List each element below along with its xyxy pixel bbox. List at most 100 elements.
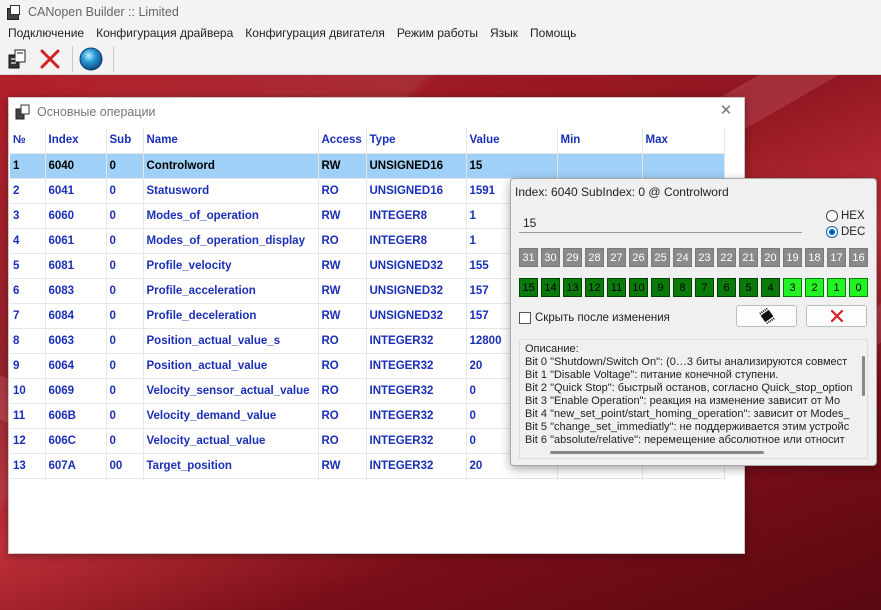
- bit-toggle-7[interactable]: 7: [695, 278, 714, 297]
- bit-toggle-8[interactable]: 8: [673, 278, 692, 297]
- globe-icon: [79, 47, 103, 70]
- menu-language[interactable]: Язык: [484, 23, 524, 43]
- hex-radio[interactable]: HEX: [826, 210, 865, 222]
- bit-toggle-25[interactable]: 25: [651, 248, 670, 267]
- menu-operating-mode[interactable]: Режим работы: [391, 23, 484, 43]
- bit-toggle-19[interactable]: 19: [783, 248, 802, 267]
- column-header[interactable]: Index: [45, 128, 107, 154]
- cell-sub-index: 0: [106, 328, 144, 354]
- empty-cell: [318, 478, 367, 480]
- cell-row-number: 8: [10, 328, 46, 354]
- column-header[interactable]: №: [10, 128, 46, 154]
- globe-button[interactable]: [77, 45, 105, 73]
- window-close-icon[interactable]: ✕: [718, 103, 734, 119]
- vertical-scrollbar[interactable]: [862, 356, 865, 396]
- bit-toggle-30[interactable]: 30: [541, 248, 560, 267]
- cell-type: UNSIGNED32: [366, 253, 467, 279]
- bit-toggle-21[interactable]: 21: [739, 248, 758, 267]
- disconnect-icon: [40, 49, 60, 68]
- bit-toggle-11[interactable]: 11: [607, 278, 626, 297]
- disconnect-button[interactable]: [36, 45, 64, 73]
- column-header[interactable]: Sub: [106, 128, 144, 154]
- dec-radio[interactable]: DEC: [826, 226, 865, 238]
- bit-toggle-14[interactable]: 14: [541, 278, 560, 297]
- cell-access: RO: [318, 378, 367, 404]
- cell-sub-index: 00: [106, 453, 144, 479]
- cell-value[interactable]: 15: [466, 153, 558, 179]
- table-row[interactable]: 1 6040 0 Controlword RW UNSIGNED16 15: [10, 153, 725, 179]
- bit-toggle-15[interactable]: 15: [519, 278, 538, 297]
- cell-sub-index: 0: [106, 203, 144, 229]
- description-line: Bit 3 "Enable Operation": реакция на изм…: [525, 395, 841, 407]
- cell-sub-index: 0: [106, 303, 144, 329]
- bit-toggle-5[interactable]: 5: [739, 278, 758, 297]
- bit-toggle-6[interactable]: 6: [717, 278, 736, 297]
- app-title: CANopen Builder :: Limited: [28, 4, 179, 19]
- connect-button[interactable]: [4, 45, 32, 73]
- table-header: № Index Sub Name Access Type Value Min M…: [10, 128, 725, 154]
- bit-toggle-24[interactable]: 24: [673, 248, 692, 267]
- cell-sub-index: 0: [106, 428, 144, 454]
- menu-motor-config[interactable]: Конфигурация двигателя: [239, 23, 391, 43]
- column-header[interactable]: Max: [642, 128, 725, 154]
- bit-toggle-31[interactable]: 31: [519, 248, 538, 267]
- cell-sub-index: 0: [106, 353, 144, 379]
- hex-radio-dot[interactable]: [826, 210, 838, 222]
- popup-title: Index: 6040 SubIndex: 0 @ Controlword: [515, 185, 729, 199]
- column-header[interactable]: Min: [557, 128, 643, 154]
- empty-cell: [106, 478, 144, 480]
- bit-toggle-27[interactable]: 27: [607, 248, 626, 267]
- column-header[interactable]: Name: [143, 128, 319, 154]
- cell-access: RO: [318, 178, 367, 204]
- bit-toggle-0[interactable]: 0: [849, 278, 868, 297]
- column-header[interactable]: Access: [318, 128, 367, 154]
- column-header[interactable]: Value: [466, 128, 558, 154]
- window-titlebar: Основные операции ✕: [9, 98, 744, 125]
- column-header[interactable]: Type: [366, 128, 467, 154]
- checkbox-box[interactable]: [519, 312, 531, 324]
- description-panel[interactable]: Описание: Bit 0 "Shutdown/Switch On": (0……: [519, 339, 868, 459]
- bit-toggle-10[interactable]: 10: [629, 278, 648, 297]
- cell-name: Profile_acceleration: [143, 278, 319, 304]
- bit-toggle-9[interactable]: 9: [651, 278, 670, 297]
- bit-toggle-1[interactable]: 1: [827, 278, 846, 297]
- menu-driver-config[interactable]: Конфигурация драйвера: [90, 23, 239, 43]
- bit-toggle-3[interactable]: 3: [783, 278, 802, 297]
- empty-cell: [143, 478, 319, 480]
- empty-cell: [557, 478, 643, 480]
- bit-toggle-22[interactable]: 22: [717, 248, 736, 267]
- hide-after-change-checkbox[interactable]: Скрыть после изменения: [519, 312, 670, 324]
- cell-index: 6064: [45, 353, 107, 379]
- cell-name: Position_actual_value_s: [143, 328, 319, 354]
- bit-toggle-16[interactable]: 16: [849, 248, 868, 267]
- cell-name: Profile_deceleration: [143, 303, 319, 329]
- bit-toggle-29[interactable]: 29: [563, 248, 582, 267]
- dec-radio-dot[interactable]: [826, 226, 838, 238]
- cell-name: Statusword: [143, 178, 319, 204]
- menu-help[interactable]: Помощь: [524, 23, 582, 43]
- horizontal-scrollbar[interactable]: [550, 451, 764, 454]
- value-input[interactable]: [519, 213, 802, 233]
- bit-toggle-18[interactable]: 18: [805, 248, 824, 267]
- bit-toggle-4[interactable]: 4: [761, 278, 780, 297]
- cancel-button[interactable]: [806, 305, 867, 327]
- bit-toggle-23[interactable]: 23: [695, 248, 714, 267]
- bit-toggle-17[interactable]: 17: [827, 248, 846, 267]
- bit-toggle-20[interactable]: 20: [761, 248, 780, 267]
- bit-toggle-13[interactable]: 13: [563, 278, 582, 297]
- cell-row-number: 3: [10, 203, 46, 229]
- high-bits-row: 31 30 29 28 27 26 25 24 23 22 21 20 19 18 17 16: [519, 248, 871, 267]
- cell-row-number: 5: [10, 253, 46, 279]
- cell-index: 6060: [45, 203, 107, 229]
- bit-toggle-2[interactable]: 2: [805, 278, 824, 297]
- cell-index: 6083: [45, 278, 107, 304]
- bit-toggle-26[interactable]: 26: [629, 248, 648, 267]
- description-line: Bit 5 "change_set_immediatly": не поддер…: [525, 421, 850, 433]
- accept-button[interactable]: [736, 305, 797, 327]
- menu-connection[interactable]: Подключение: [2, 23, 90, 43]
- cell-sub-index: 0: [106, 253, 144, 279]
- bit-toggle-12[interactable]: 12: [585, 278, 604, 297]
- bit-toggle-28[interactable]: 28: [585, 248, 604, 267]
- cell-row-number: 10: [10, 378, 46, 404]
- cell-row-number: 2: [10, 178, 46, 204]
